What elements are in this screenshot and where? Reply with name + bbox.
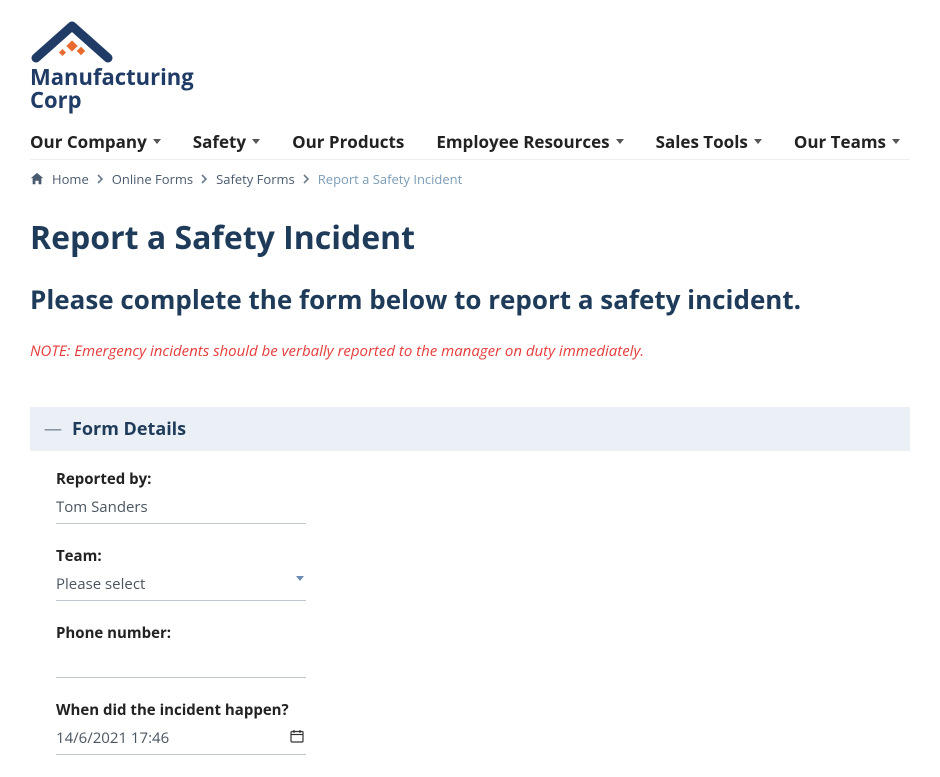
nav-item-label: Our Company bbox=[30, 130, 147, 153]
logo-text-line1: Manufacturing bbox=[30, 66, 910, 89]
input-reported-by[interactable] bbox=[56, 493, 306, 524]
logo-text-line2: Corp bbox=[30, 89, 910, 112]
chevron-down-icon bbox=[892, 139, 900, 144]
section-title: Form Details bbox=[72, 417, 186, 441]
label-team: Team: bbox=[56, 546, 306, 566]
page-subtitle: Please complete the form below to report… bbox=[30, 281, 910, 317]
nav-item-our-company[interactable]: Our Company bbox=[30, 130, 161, 153]
chevron-right-icon bbox=[97, 174, 104, 184]
nav-item-our-products[interactable]: Our Products bbox=[292, 130, 404, 153]
field-incident-when: When did the incident happen? bbox=[56, 700, 306, 755]
collapse-icon: — bbox=[44, 420, 62, 438]
chevron-right-icon bbox=[303, 174, 310, 184]
select-team[interactable] bbox=[56, 570, 306, 601]
nav-item-sales-tools[interactable]: Sales Tools bbox=[656, 130, 762, 153]
breadcrumb-current: Report a Safety Incident bbox=[318, 170, 463, 188]
nav-item-label: Safety bbox=[193, 130, 246, 153]
chevron-down-icon bbox=[754, 139, 762, 144]
chevron-right-icon bbox=[201, 174, 208, 184]
nav-item-safety[interactable]: Safety bbox=[193, 130, 260, 153]
chevron-down-icon bbox=[252, 139, 260, 144]
page-note: NOTE: Emergency incidents should be verb… bbox=[30, 341, 910, 361]
label-reported-by: Reported by: bbox=[56, 469, 306, 489]
form-body: Reported by: Team: Phone number: When di… bbox=[30, 469, 910, 755]
label-incident-when: When did the incident happen? bbox=[56, 700, 306, 720]
nav-item-our-teams[interactable]: Our Teams bbox=[794, 130, 900, 153]
label-phone: Phone number: bbox=[56, 623, 306, 643]
logo-text: Manufacturing Corp bbox=[30, 66, 910, 112]
input-phone[interactable] bbox=[56, 647, 306, 678]
field-reported-by: Reported by: bbox=[56, 469, 306, 524]
page-title: Report a Safety Incident bbox=[30, 216, 910, 259]
field-team: Team: bbox=[56, 546, 306, 601]
chevron-down-icon bbox=[616, 139, 624, 144]
section-header-form-details[interactable]: — Form Details bbox=[30, 407, 910, 451]
nav-item-label: Our Products bbox=[292, 130, 404, 153]
nav-item-label: Employee Resources bbox=[436, 130, 609, 153]
input-incident-when[interactable] bbox=[56, 724, 306, 755]
field-phone: Phone number: bbox=[56, 623, 306, 678]
home-icon bbox=[30, 172, 44, 186]
breadcrumb-online-forms[interactable]: Online Forms bbox=[112, 170, 193, 188]
breadcrumb: Home Online Forms Safety Forms Report a … bbox=[30, 170, 910, 188]
main-nav: Our Company Safety Our Products Employee… bbox=[30, 130, 910, 160]
nav-item-label: Sales Tools bbox=[656, 130, 748, 153]
logo-mark bbox=[30, 18, 140, 64]
brand-logo: Manufacturing Corp bbox=[30, 18, 910, 112]
chevron-down-icon bbox=[153, 139, 161, 144]
breadcrumb-safety-forms[interactable]: Safety Forms bbox=[216, 170, 295, 188]
nav-item-label: Our Teams bbox=[794, 130, 886, 153]
nav-item-employee-resources[interactable]: Employee Resources bbox=[436, 130, 623, 153]
breadcrumb-home[interactable]: Home bbox=[52, 170, 89, 188]
